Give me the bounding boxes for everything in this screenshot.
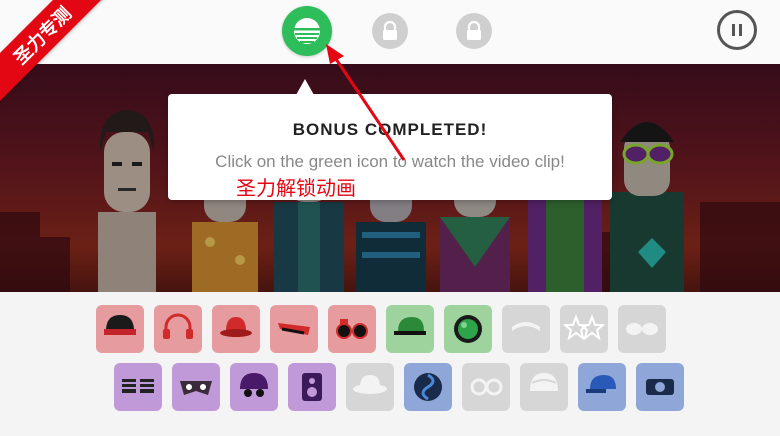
locked-bonus-button-3[interactable] [456, 13, 492, 49]
lock-icon [467, 21, 481, 40]
shutter-shades-icon [122, 379, 154, 393]
fedora-icon [353, 375, 387, 394]
ball-icon [454, 315, 482, 343]
pause-icon [732, 24, 742, 36]
headband-icon [512, 322, 540, 331]
headphones-icon [163, 313, 193, 339]
sound-icon-button[interactable] [346, 363, 394, 411]
bonus-tooltip: BONUS COMPLETED! Click on the green icon… [168, 79, 612, 200]
annotation-text: 圣力解锁动画 [236, 176, 356, 200]
helmet-icon [240, 373, 268, 397]
sound-icon-button[interactable] [386, 305, 434, 353]
sound-icon-button[interactable] [328, 305, 376, 353]
beanie-hat-icon [104, 315, 136, 335]
locked-bonus-button-2[interactable] [372, 13, 408, 49]
sound-icon-button[interactable] [270, 305, 318, 353]
sound-icon-button[interactable] [520, 363, 568, 411]
sound-icon-button[interactable] [230, 363, 278, 411]
sound-icon-button[interactable] [560, 305, 608, 353]
sound-icon-button[interactable] [172, 363, 220, 411]
sound-icon-button[interactable] [212, 305, 260, 353]
round-glasses-icon [336, 319, 368, 339]
sound-icon-tray [0, 292, 780, 436]
monocle-icon [470, 378, 503, 396]
sound-icon-button[interactable] [462, 363, 510, 411]
turban-icon [530, 373, 558, 391]
sound-icon-button[interactable] [636, 363, 684, 411]
sound-icon-button[interactable] [154, 305, 202, 353]
sound-icon-button[interactable] [502, 305, 550, 353]
bonus-video-icon [294, 18, 320, 44]
tooltip-pointer [296, 79, 314, 95]
sound-icon-button[interactable] [578, 363, 626, 411]
bowler-hat-icon [220, 317, 252, 337]
sound-icon-button[interactable] [444, 305, 492, 353]
sound-icon-button[interactable] [288, 363, 336, 411]
baseball-cap-icon [586, 375, 616, 393]
lock-icon [383, 21, 397, 40]
sound-icon-button[interactable] [96, 305, 144, 353]
camera-icon [646, 379, 674, 395]
bonus-video-button[interactable] [282, 6, 332, 56]
pause-button[interactable] [717, 10, 757, 50]
star-glasses-icon [564, 314, 604, 341]
cap-icon [394, 317, 426, 335]
sound-icon-button[interactable] [618, 305, 666, 353]
swirl-icon [414, 373, 442, 401]
sound-icon-button[interactable] [404, 363, 452, 411]
speaker-icon [302, 373, 322, 401]
visor-glasses-icon [278, 323, 310, 335]
goggles-icon [626, 323, 658, 335]
sound-icon-button[interactable] [114, 363, 162, 411]
tooltip-title: BONUS COMPLETED! [292, 120, 488, 139]
tooltip-message: Click on the green icon to watch the vid… [215, 152, 565, 171]
mask-icon [180, 381, 212, 395]
